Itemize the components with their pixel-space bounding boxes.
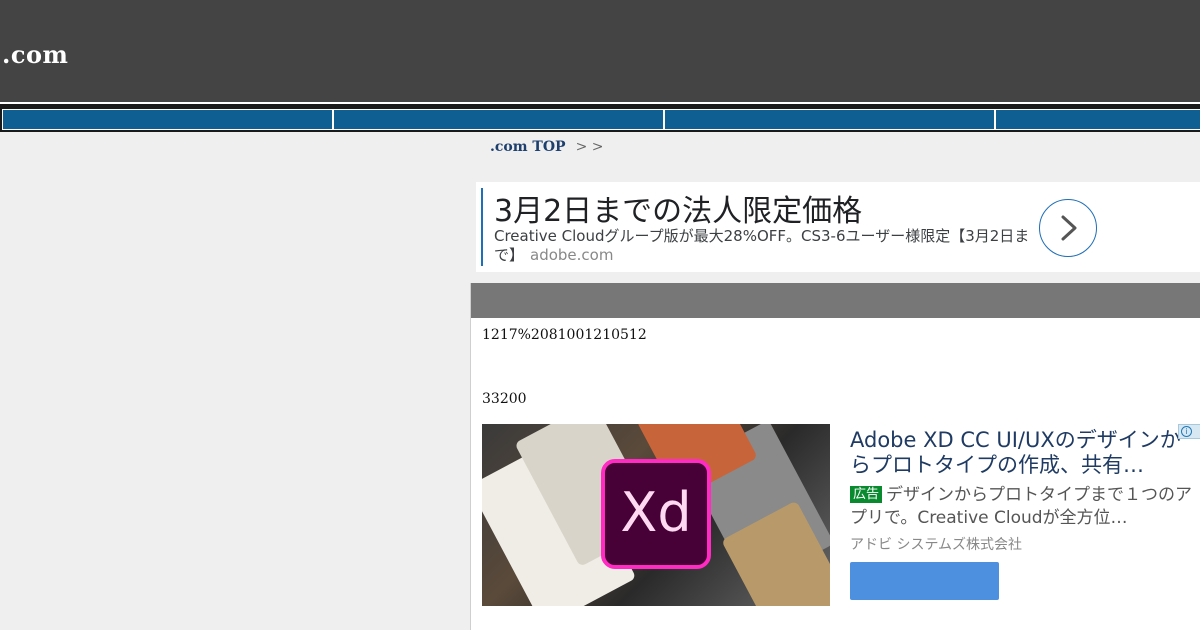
ad2-description: 広告 デザインからプロトタイプまで１つのアプリで。Creative Cloudが全… — [850, 484, 1200, 530]
nav-item-2[interactable] — [333, 109, 664, 130]
ad2-cta-button[interactable] — [850, 562, 999, 600]
nav-item-1[interactable] — [2, 109, 333, 130]
content-text-2: 33200 — [482, 391, 527, 407]
adobe-xd-logo: Xd — [601, 459, 711, 569]
chevron-right-icon — [1061, 215, 1077, 241]
ad2-description-text: デザインからプロトタイプまで１つのアプリで。Creative Cloudが全方位… — [850, 485, 1193, 528]
ad-choices-badge[interactable]: i — [1178, 424, 1200, 439]
main-nav — [0, 102, 1200, 132]
breadcrumb-home-link[interactable]: .com TOP — [490, 139, 566, 155]
breadcrumb-separator: > > — [575, 139, 604, 155]
site-title[interactable]: .com — [2, 40, 68, 69]
ad-open-button[interactable] — [1039, 199, 1097, 257]
main-content: 1217%2081001210512 33200 Xd Adobe XD CC … — [470, 283, 1200, 630]
ad-badge: 広告 — [850, 486, 883, 503]
ad-description: Creative Cloudグループ版が最大28%OFF。CS3-6ユーザー様限… — [494, 227, 1039, 265]
top-ad-banner[interactable]: 3月2日までの法人限定価格 Creative Cloudグループ版が最大28%O… — [476, 182, 1200, 272]
ad-headline[interactable]: 3月2日までの法人限定価格 — [494, 186, 862, 230]
nav-item-4[interactable] — [995, 109, 1200, 130]
content-title-bar — [471, 283, 1200, 318]
nav-bar — [0, 104, 1200, 132]
site-header: .com — [0, 0, 1200, 102]
adobe-xd-logo-text: Xd — [620, 481, 692, 544]
ad2-headline[interactable]: Adobe XD CC UI/UXのデザインからプロトタイプの作成、共有… — [850, 428, 1200, 478]
breadcrumb: .com TOP > > — [490, 139, 604, 155]
ad-domain[interactable]: adobe.com — [530, 246, 613, 264]
nav-item-3[interactable] — [664, 109, 995, 130]
content-text-1: 1217%2081001210512 — [482, 327, 647, 343]
info-icon: i — [1181, 426, 1192, 437]
ad-accent-line — [481, 188, 483, 266]
ad-image[interactable]: Xd — [482, 424, 830, 606]
ad2-advertiser: アドビ システムズ株式会社 — [850, 537, 1023, 553]
